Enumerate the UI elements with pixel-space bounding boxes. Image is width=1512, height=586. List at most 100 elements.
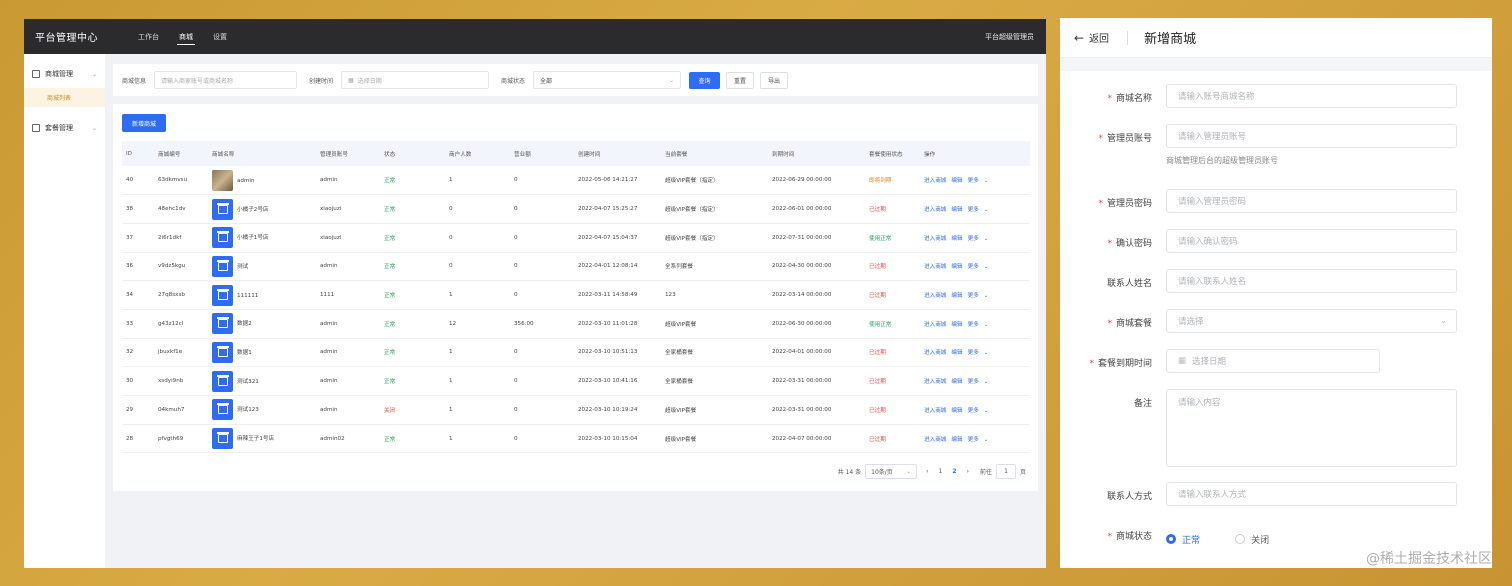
next-page-button[interactable]: › xyxy=(962,468,974,475)
goto-page-input[interactable]: 1 xyxy=(995,464,1016,479)
field-label: 商城名称 xyxy=(1115,94,1152,104)
package-select[interactable]: 请选择 ⌄ xyxy=(1166,309,1457,333)
filter-status-label: 商城状态 xyxy=(501,77,526,85)
edit-link[interactable]: 编辑 xyxy=(951,379,962,385)
cell-admin: admin02 xyxy=(320,435,345,442)
add-mall-button[interactable]: 新增商城 xyxy=(122,114,166,132)
enter-mall-link[interactable]: 进入商城 xyxy=(924,293,946,299)
more-dropdown[interactable]: 更多 xyxy=(968,408,979,414)
mall-name-input[interactable]: 请输入账号商城名称 xyxy=(1166,84,1457,108)
contact-name-input[interactable]: 请输入联系人姓名 xyxy=(1166,269,1457,293)
chevron-down-icon: ⌄ xyxy=(91,70,97,78)
current-user[interactable]: 平台超级管理员 xyxy=(985,32,1034,42)
enter-mall-link[interactable]: 进入商城 xyxy=(924,178,946,184)
admin-account-input[interactable]: 请输入管理员账号 xyxy=(1166,124,1457,148)
tab-workbench[interactable]: 工作台 xyxy=(128,19,169,54)
edit-link[interactable]: 编辑 xyxy=(951,322,962,328)
edit-link[interactable]: 编辑 xyxy=(951,178,962,184)
enter-mall-link[interactable]: 进入商城 xyxy=(924,264,946,270)
enter-mall-link[interactable]: 进入商城 xyxy=(924,437,946,443)
admin-password-input[interactable]: 请输入管理员密码 xyxy=(1166,189,1457,213)
cell-users: 1 xyxy=(449,378,453,385)
package-status-badge: 已过期 xyxy=(869,379,886,386)
back-button[interactable]: ← 返回 xyxy=(1074,30,1109,46)
mall-name-text: admin xyxy=(237,177,255,184)
admin-account-hint: 商城管理后台的超级管理员账号 xyxy=(1166,156,1278,165)
enter-mall-link[interactable]: 进入商城 xyxy=(924,350,946,356)
created-date-picker[interactable]: ▦ 选择日期 xyxy=(341,71,490,89)
chevron-down-icon: ⌄ xyxy=(91,124,97,132)
mall-name-text: 测试123 xyxy=(237,407,259,414)
more-dropdown[interactable]: 更多 xyxy=(968,178,979,184)
cell-actions: 进入商城 编辑 更多 ⌄ xyxy=(920,252,1030,281)
chevron-down-icon: ⌄ xyxy=(983,293,989,300)
field-label: 确认密码 xyxy=(1115,239,1152,249)
status-select[interactable]: 全部 ⌄ xyxy=(533,71,682,89)
edit-link[interactable]: 编辑 xyxy=(951,408,962,414)
more-dropdown[interactable]: 更多 xyxy=(968,350,979,356)
col-expire: 到期时间 xyxy=(772,151,795,158)
cell-code: 27q8sxsb xyxy=(158,292,185,299)
enter-mall-link[interactable]: 进入商城 xyxy=(924,408,946,414)
cell-actions: 进入商城 编辑 更多 ⌄ xyxy=(920,223,1030,252)
edit-link[interactable]: 编辑 xyxy=(951,293,962,299)
more-dropdown[interactable]: 更多 xyxy=(968,264,979,270)
calendar-icon: ▦ xyxy=(1178,356,1187,366)
edit-link[interactable]: 编辑 xyxy=(951,350,962,356)
cell-code: jbuxkf1e xyxy=(158,349,183,356)
cell-revenue: 0 xyxy=(514,406,518,413)
expire-date-picker[interactable]: ▦ 选择日期 xyxy=(1166,349,1380,373)
more-dropdown[interactable]: 更多 xyxy=(968,437,979,443)
status-badge: 正常 xyxy=(384,207,396,214)
cell-actions: 进入商城 编辑 更多 ⌄ xyxy=(920,195,1030,224)
mall-info-input[interactable]: 请输入商家账号或商城名称 xyxy=(154,71,298,89)
table-body: 40 63dkmvsu admin admin 正常 1 0 2022-05-06 14:21… xyxy=(122,166,1030,453)
reset-button[interactable]: 重置 xyxy=(726,71,755,89)
cell-users: 1 xyxy=(449,349,453,356)
enter-mall-link[interactable]: 进入商城 xyxy=(924,207,946,213)
required-mark: * xyxy=(1098,199,1103,209)
prev-page-button[interactable]: ‹ xyxy=(921,468,933,475)
more-dropdown[interactable]: 更多 xyxy=(968,207,979,213)
more-dropdown[interactable]: 更多 xyxy=(968,379,979,385)
mall-name-text: 111111 xyxy=(237,292,259,299)
edit-link[interactable]: 编辑 xyxy=(951,437,962,443)
edit-link[interactable]: 编辑 xyxy=(951,207,962,213)
cell-created: 2022-05-06 14:21:27 xyxy=(578,177,638,184)
more-dropdown[interactable]: 更多 xyxy=(968,293,979,299)
table-row: 40 63dkmvsu admin admin 正常 1 0 2022-05-06 14:21… xyxy=(122,166,1030,195)
confirm-password-input[interactable]: 请输入确认密码 xyxy=(1166,229,1457,253)
package-icon xyxy=(32,124,40,132)
enter-mall-link[interactable]: 进入商城 xyxy=(924,379,946,385)
cell-created: 2022-03-11 14:58:49 xyxy=(578,292,638,299)
status-radio-closed[interactable]: 关闭 xyxy=(1235,533,1269,546)
cell-code: 48ehc1dv xyxy=(158,206,186,213)
edit-link[interactable]: 编辑 xyxy=(951,236,962,242)
more-dropdown[interactable]: 更多 xyxy=(968,236,979,242)
page-2[interactable]: 2 xyxy=(947,468,961,475)
tab-settings[interactable]: 设置 xyxy=(203,19,237,54)
tab-mall[interactable]: 商城 xyxy=(169,19,203,54)
export-button[interactable]: 导出 xyxy=(760,71,789,89)
contact-method-input[interactable]: 请输入联系人方式 xyxy=(1166,482,1457,506)
page-1[interactable]: 1 xyxy=(934,468,948,475)
edit-link[interactable]: 编辑 xyxy=(951,264,962,270)
remark-textarea[interactable]: 请输入内容 xyxy=(1166,389,1457,467)
enter-mall-link[interactable]: 进入商城 xyxy=(924,236,946,242)
table-row: 30 xsdyi9nb 测试321 admin 正常 1 0 2022-03-10 10:41… xyxy=(122,367,1030,396)
status-badge: 正常 xyxy=(384,379,396,386)
enter-mall-link[interactable]: 进入商城 xyxy=(924,322,946,328)
sidebar-group-mall[interactable]: 商城管理 ⌄ xyxy=(24,63,105,85)
cell-id: 38 xyxy=(126,206,134,213)
cell-admin: 1111 xyxy=(320,292,335,299)
page-size-select[interactable]: 10条/页 ⌄ xyxy=(865,464,918,479)
sidebar-item-mall-list[interactable]: 商城列表 xyxy=(24,88,105,107)
more-dropdown[interactable]: 更多 xyxy=(968,322,979,328)
cell-revenue: 0 xyxy=(514,234,518,241)
cell-name: 测试123 xyxy=(208,396,316,425)
query-button[interactable]: 查询 xyxy=(689,71,721,89)
cell-package: 超级VIP套餐 xyxy=(665,436,697,443)
status-radio-normal[interactable]: 正常 xyxy=(1166,533,1200,546)
sidebar-group-package[interactable]: 套餐管理 ⌄ xyxy=(24,117,105,139)
sidebar-group-label: 套餐管理 xyxy=(45,124,73,132)
